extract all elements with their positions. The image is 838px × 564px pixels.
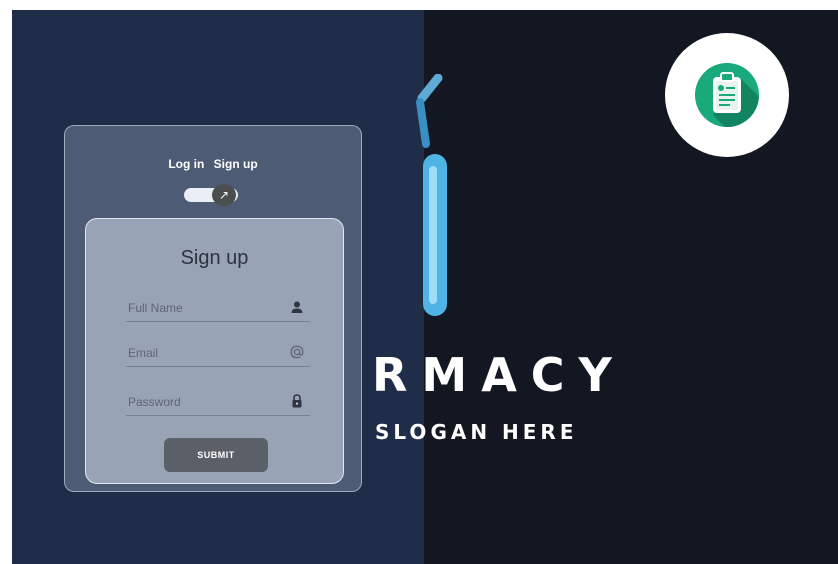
at-icon <box>290 345 304 359</box>
mode-toggle[interactable]: ↗ <box>184 184 238 206</box>
signup-form: Sign up Full Name Email SUBMIT <box>85 218 344 484</box>
tab-login[interactable]: Log in <box>168 157 204 171</box>
bracket-graphic <box>416 74 447 316</box>
password-input[interactable] <box>126 391 278 413</box>
auth-card: Log in Sign up ↗ Sign up Full Name Email… <box>64 125 362 492</box>
arrow-icon: ↗ <box>212 184 236 206</box>
submit-button[interactable]: SUBMIT <box>164 438 268 472</box>
full-name-input[interactable] <box>126 297 278 319</box>
form-title: Sign up <box>180 247 249 269</box>
brand-slogan: SLOGAN HERE <box>375 420 578 444</box>
clipboard-icon <box>713 72 759 127</box>
app-stage: RMACY SLOGAN HERE Log in Sign up ↗ Sign … <box>12 10 838 564</box>
mode-tabs: Log in Sign up <box>65 157 361 171</box>
email-input[interactable] <box>126 342 278 364</box>
email-field <box>126 342 310 367</box>
clipboard-badge[interactable] <box>665 33 789 157</box>
brand-name: RMACY <box>372 348 626 402</box>
full-name-field <box>126 297 310 322</box>
password-field <box>126 391 310 416</box>
clipboard-badge-circle <box>695 63 759 127</box>
tab-signup[interactable]: Sign up <box>214 157 258 171</box>
lock-icon <box>292 394 302 408</box>
user-icon <box>291 301 303 313</box>
